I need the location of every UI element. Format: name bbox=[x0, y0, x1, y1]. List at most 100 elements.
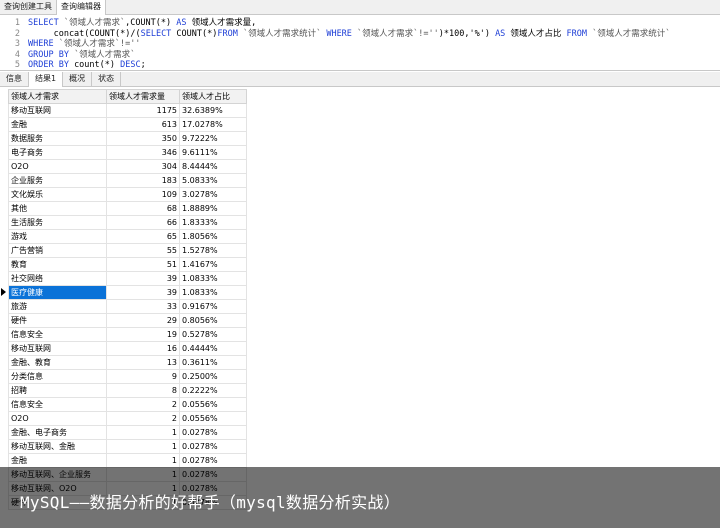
result-grid[interactable]: 领域人才需求 领域人才需求量 领域人才占比 移动互联网 1175 32.6389% 金… bbox=[0, 89, 720, 528]
cell-ratio[interactable]: 0.2500% bbox=[179, 369, 247, 384]
cell-count[interactable]: 1 bbox=[106, 425, 180, 440]
cell-count[interactable]: 1175 bbox=[106, 103, 180, 118]
cell-ratio[interactable]: 1.8056% bbox=[179, 229, 247, 244]
table-row[interactable]: 社交网络 39 1.0833% bbox=[8, 271, 247, 286]
cell-ratio[interactable]: 1.8889% bbox=[179, 201, 247, 216]
tab-query-editor[interactable]: 查询编辑器 bbox=[57, 0, 106, 15]
cell-field[interactable]: 金融、电子商务 bbox=[8, 425, 107, 440]
cell-ratio[interactable]: 1.5278% bbox=[179, 243, 247, 258]
result-tab-2[interactable]: 概况 bbox=[63, 72, 93, 87]
cell-field[interactable]: 文化娱乐 bbox=[8, 187, 107, 202]
cell-field[interactable]: O2O bbox=[8, 159, 107, 174]
cell-field[interactable]: 游戏 bbox=[8, 229, 107, 244]
result-tab-0[interactable]: 信息 bbox=[0, 72, 29, 87]
table-row[interactable]: 文化娱乐 109 3.0278% bbox=[8, 187, 247, 202]
column-header-count[interactable]: 领域人才需求量 bbox=[106, 89, 180, 104]
cell-count[interactable]: 51 bbox=[106, 257, 180, 272]
cell-count[interactable]: 33 bbox=[106, 299, 180, 314]
cell-ratio[interactable]: 0.0278% bbox=[179, 425, 247, 440]
cell-count[interactable]: 109 bbox=[106, 187, 180, 202]
table-row[interactable]: 移动互联网 1175 32.6389% bbox=[8, 103, 247, 118]
cell-count[interactable]: 68 bbox=[106, 201, 180, 216]
table-row[interactable]: 企业服务 183 5.0833% bbox=[8, 173, 247, 188]
cell-count[interactable]: 9 bbox=[106, 369, 180, 384]
cell-ratio[interactable]: 17.0278% bbox=[179, 117, 247, 132]
table-row[interactable]: 广告营销 55 1.5278% bbox=[8, 243, 247, 258]
tab-query-builder[interactable]: 查询创建工具 bbox=[0, 0, 57, 15]
column-header-field[interactable]: 领域人才需求 bbox=[8, 89, 107, 104]
cell-field[interactable]: 信息安全 bbox=[8, 327, 107, 342]
cell-field[interactable]: 金融 bbox=[8, 453, 107, 468]
table-row[interactable]: 信息安全 2 0.0556% bbox=[8, 397, 247, 412]
table-row[interactable]: 硬件 29 0.8056% bbox=[8, 313, 247, 328]
cell-field[interactable]: 教育 bbox=[8, 257, 107, 272]
cell-ratio[interactable]: 32.6389% bbox=[179, 103, 247, 118]
result-tab-3[interactable]: 状态 bbox=[92, 72, 122, 87]
cell-ratio[interactable]: 1.4167% bbox=[179, 257, 247, 272]
code-line[interactable]: 5 ORDER BY count(*) DESC; bbox=[0, 60, 720, 70]
cell-ratio[interactable]: 9.6111% bbox=[179, 145, 247, 160]
code-line[interactable]: 2 concat(COUNT(*)/(SELECT COUNT(*)FROM `… bbox=[0, 29, 720, 40]
cell-count[interactable]: 613 bbox=[106, 117, 180, 132]
table-row[interactable]: 其他 68 1.8889% bbox=[8, 201, 247, 216]
cell-count[interactable]: 29 bbox=[106, 313, 180, 328]
cell-field[interactable]: 数据服务 bbox=[8, 131, 107, 146]
cell-field[interactable]: 金融、教育 bbox=[8, 355, 107, 370]
cell-count[interactable]: 183 bbox=[106, 173, 180, 188]
cell-field[interactable]: 招聘 bbox=[8, 383, 107, 398]
table-row[interactable]: 金融 1 0.0278% bbox=[8, 453, 247, 468]
cell-count[interactable]: 350 bbox=[106, 131, 180, 146]
cell-count[interactable]: 1 bbox=[106, 453, 180, 468]
table-row[interactable]: 教育 51 1.4167% bbox=[8, 257, 247, 272]
cell-field[interactable]: 广告营销 bbox=[8, 243, 107, 258]
table-row[interactable]: 移动互联网 16 0.4444% bbox=[8, 341, 247, 356]
column-header-ratio[interactable]: 领域人才占比 bbox=[179, 89, 247, 104]
cell-count[interactable]: 39 bbox=[106, 271, 180, 286]
cell-count[interactable]: 13 bbox=[106, 355, 180, 370]
table-row[interactable]: 医疗健康 39 1.0833% bbox=[8, 285, 247, 300]
table-row[interactable]: 生活服务 66 1.8333% bbox=[8, 215, 247, 230]
cell-field[interactable]: O2O bbox=[8, 411, 107, 426]
cell-field[interactable]: 金融 bbox=[8, 117, 107, 132]
cell-ratio[interactable]: 9.7222% bbox=[179, 131, 247, 146]
cell-ratio[interactable]: 0.9167% bbox=[179, 299, 247, 314]
cell-field[interactable]: 移动互联网 bbox=[8, 341, 107, 356]
cell-count[interactable]: 1 bbox=[106, 439, 180, 454]
cell-count[interactable]: 346 bbox=[106, 145, 180, 160]
result-tab-1[interactable]: 结果1 bbox=[29, 72, 64, 87]
cell-ratio[interactable]: 5.0833% bbox=[179, 173, 247, 188]
code-line[interactable]: 3 WHERE `领域人才需求`!='' bbox=[0, 39, 720, 50]
cell-count[interactable]: 65 bbox=[106, 229, 180, 244]
cell-count[interactable]: 2 bbox=[106, 397, 180, 412]
cell-count[interactable]: 66 bbox=[106, 215, 180, 230]
cell-field[interactable]: 分类信息 bbox=[8, 369, 107, 384]
cell-field[interactable]: 生活服务 bbox=[8, 215, 107, 230]
cell-ratio[interactable]: 0.0278% bbox=[179, 453, 247, 468]
cell-count[interactable]: 304 bbox=[106, 159, 180, 174]
cell-ratio[interactable]: 0.0278% bbox=[179, 439, 247, 454]
cell-count[interactable]: 8 bbox=[106, 383, 180, 398]
table-row[interactable]: 金融 613 17.0278% bbox=[8, 117, 247, 132]
cell-field[interactable]: 社交网络 bbox=[8, 271, 107, 286]
cell-ratio[interactable]: 0.8056% bbox=[179, 313, 247, 328]
cell-count[interactable]: 39 bbox=[106, 285, 180, 300]
cell-ratio[interactable]: 0.5278% bbox=[179, 327, 247, 342]
cell-count[interactable]: 16 bbox=[106, 341, 180, 356]
sql-editor[interactable]: 1 SELECT `领域人才需求`,COUNT(*) AS 领域人才需求量, 2 c… bbox=[0, 15, 720, 71]
cell-field[interactable]: 信息安全 bbox=[8, 397, 107, 412]
cell-field[interactable]: 医疗健康 bbox=[8, 285, 107, 300]
code-line[interactable]: 1 SELECT `领域人才需求`,COUNT(*) AS 领域人才需求量, bbox=[0, 18, 720, 29]
cell-field[interactable]: 移动互联网、金融 bbox=[8, 439, 107, 454]
table-row[interactable]: O2O 2 0.0556% bbox=[8, 411, 247, 426]
cell-ratio[interactable]: 0.0556% bbox=[179, 397, 247, 412]
cell-count[interactable]: 19 bbox=[106, 327, 180, 342]
cell-field[interactable]: 硬件 bbox=[8, 313, 107, 328]
cell-ratio[interactable]: 1.8333% bbox=[179, 215, 247, 230]
table-row[interactable]: 移动互联网、金融 1 0.0278% bbox=[8, 439, 247, 454]
code-line[interactable]: 4 GROUP BY `领域人才需求` bbox=[0, 50, 720, 61]
cell-ratio[interactable]: 3.0278% bbox=[179, 187, 247, 202]
table-row[interactable]: 信息安全 19 0.5278% bbox=[8, 327, 247, 342]
cell-ratio[interactable]: 0.3611% bbox=[179, 355, 247, 370]
table-row[interactable]: 电子商务 346 9.6111% bbox=[8, 145, 247, 160]
table-row[interactable]: 金融、电子商务 1 0.0278% bbox=[8, 425, 247, 440]
